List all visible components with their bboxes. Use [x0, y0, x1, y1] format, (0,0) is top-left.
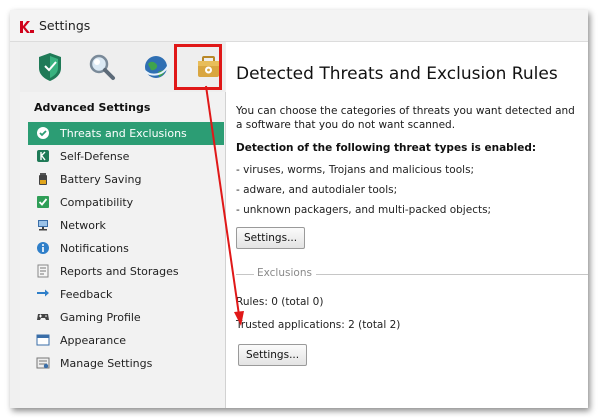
detection-heading: Detection of the following threat types …: [236, 142, 537, 154]
self-defense-shield-icon: [37, 150, 49, 162]
exclusions-group-label: Exclusions: [257, 267, 312, 279]
sidebar: Advanced Settings Threats and Exclusions…: [20, 92, 226, 408]
kaspersky-logo-icon: [20, 21, 34, 33]
network-icon: [38, 220, 48, 231]
settings-window: Settings Advanced Settings Threats and E…: [10, 10, 588, 408]
sidebar-item-appearance[interactable]: Appearance: [28, 329, 224, 352]
sidebar-item-feedback[interactable]: Feedback: [28, 283, 224, 306]
sidebar-item-label: Threats and Exclusions: [60, 127, 187, 140]
gamepad-icon: [37, 314, 49, 320]
sidebar-header: Advanced Settings: [34, 101, 151, 114]
battery-icon: [39, 173, 47, 185]
threat-type-item: - viruses, worms, Trojans and malicious …: [236, 164, 475, 176]
info-icon: [37, 242, 49, 254]
sidebar-item-compatibility[interactable]: Compatibility: [28, 191, 224, 214]
check-circle-icon: [37, 127, 49, 139]
sidebar-item-label: Compatibility: [60, 196, 134, 209]
sidebar-item-label: Battery Saving: [60, 173, 142, 186]
exclusions-divider: [316, 274, 588, 275]
sidebar-item-notifications[interactable]: Notifications: [28, 237, 224, 260]
exclusions-divider: [236, 274, 254, 275]
sidebar-item-manage-settings[interactable]: Manage Settings: [28, 352, 224, 375]
page-title: Detected Threats and Exclusion Rules: [236, 64, 558, 84]
annotation-highlight-box: [174, 44, 222, 90]
sidebar-item-network[interactable]: Network: [28, 214, 224, 237]
globe-icon: [144, 56, 170, 78]
trusted-applications-count: Trusted applications: 2 (total 2): [236, 319, 401, 331]
sidebar-item-label: Network: [60, 219, 106, 232]
feedback-arrows-icon: [37, 289, 49, 297]
manage-settings-icon: [36, 357, 50, 369]
shield-icon: [39, 53, 61, 81]
exclusions-settings-button[interactable]: Settings...: [238, 344, 308, 366]
update-tab-button[interactable]: [136, 47, 176, 87]
sidebar-item-label: Notifications: [60, 242, 129, 255]
sidebar-item-label: Appearance: [60, 334, 127, 347]
scan-tab-button[interactable]: [82, 47, 122, 87]
sidebar-item-self-defense[interactable]: Self-Defense: [28, 145, 224, 168]
window-title: Settings: [39, 18, 91, 33]
sidebar-item-gaming-profile[interactable]: Gaming Profile: [28, 306, 224, 329]
threat-settings-button[interactable]: Settings...: [236, 227, 306, 249]
appearance-window-icon: [36, 334, 50, 346]
sidebar-item-label: Self-Defense: [60, 150, 130, 163]
protection-tab-button[interactable]: [30, 47, 70, 87]
sidebar-item-reports-and-storages[interactable]: Reports and Storages: [28, 260, 224, 283]
magnifier-icon: [89, 54, 115, 80]
sidebar-item-label: Gaming Profile: [60, 311, 141, 324]
sidebar-item-label: Manage Settings: [60, 357, 153, 370]
threat-type-item: - adware, and autodialer tools;: [236, 184, 398, 196]
sidebar-item-label: Feedback: [60, 288, 113, 301]
title-bar: Settings: [10, 10, 588, 42]
threat-type-item: - unknown packagers, and multi-packed ob…: [236, 204, 492, 216]
checkbox-icon: [37, 196, 49, 208]
main-content: Detected Threats and Exclusion Rules You…: [226, 42, 588, 408]
rules-count: Rules: 0 (total 0): [236, 296, 324, 308]
sidebar-item-battery-saving[interactable]: Battery Saving: [28, 168, 224, 191]
sidebar-item-label: Reports and Storages: [60, 265, 179, 278]
report-icon: [37, 264, 49, 278]
sidebar-nav: Threats and Exclusions Self-Defense Batt…: [28, 122, 224, 375]
intro-text: You can choose the categories of threats…: [236, 105, 575, 131]
sidebar-item-threats-and-exclusions[interactable]: Threats and Exclusions: [28, 122, 224, 145]
